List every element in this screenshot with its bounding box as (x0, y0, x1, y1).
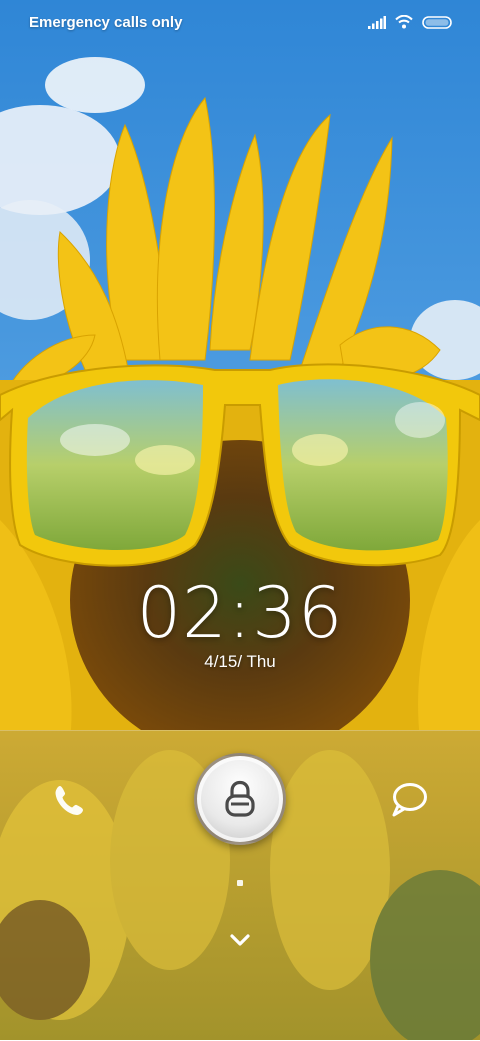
lockscreen-time: 02:36 (136, 572, 344, 654)
message-shortcut-button[interactable] (388, 780, 430, 820)
phone-shortcut-button[interactable] (50, 780, 90, 820)
status-bar: Emergency calls only (0, 0, 480, 44)
swipe-up-hint[interactable] (228, 930, 252, 950)
status-icons (368, 15, 452, 29)
wifi-icon (395, 15, 413, 29)
page-indicator-dot (237, 880, 243, 886)
lock-icon (225, 780, 255, 817)
phone-icon (55, 786, 83, 815)
carrier-status-text: Emergency calls only (29, 13, 183, 31)
battery-icon (422, 15, 452, 29)
signal-icon (368, 15, 386, 29)
message-icon (392, 783, 427, 817)
lockscreen-date: 4/15/ Thu (204, 652, 276, 671)
unlock-button[interactable] (194, 753, 286, 845)
chevron-down-icon (230, 934, 250, 946)
